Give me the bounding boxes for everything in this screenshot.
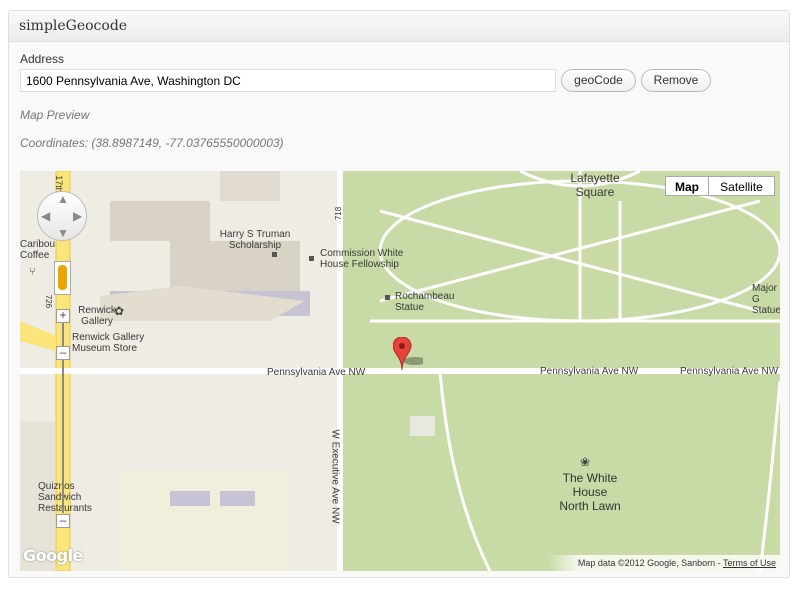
map-attribution: Map data ©2012 Google, Sanborn - Terms o… bbox=[547, 555, 780, 571]
rochambeau-statue-label: Rochambeau Statue bbox=[395, 291, 455, 313]
gallery-icon: ✿ bbox=[114, 304, 125, 318]
zoom-in-button[interactable]: + bbox=[56, 309, 70, 323]
poi-marker-icon bbox=[272, 252, 277, 257]
map-preview-label: Map Preview bbox=[20, 108, 90, 122]
attribution-text: Map data ©2012 Google, Sanborn - bbox=[577, 558, 723, 568]
commission-fellowship-label: Commission White House Fellowship bbox=[320, 248, 404, 270]
pennsylvania-ave-label-1: Pennsylvania Ave NW bbox=[267, 367, 366, 378]
renwick-store-label: Renwick Gallery Museum Store bbox=[72, 332, 145, 354]
google-logo: Google bbox=[23, 546, 83, 565]
caribou-coffee-label: Caribou Coffee bbox=[20, 239, 56, 261]
poi-marker-icon bbox=[385, 295, 390, 300]
panel-title: simpleGeocode bbox=[19, 18, 128, 34]
zoom-slider-handle[interactable]: – bbox=[56, 346, 70, 360]
pegman-icon[interactable] bbox=[54, 261, 71, 295]
pan-down-icon[interactable]: ▼ bbox=[57, 226, 69, 240]
major-statue-label: Major G Statue bbox=[752, 283, 780, 316]
panel-header: simpleGeocode bbox=[9, 11, 789, 42]
simplegeocode-panel: simpleGeocode Address geoCode Remove Map… bbox=[8, 10, 790, 578]
truman-scholarship-label: Harry S Truman Scholarship bbox=[219, 229, 291, 251]
geocode-button[interactable]: geoCode bbox=[561, 69, 636, 92]
fork-knife-icon: ⑂ bbox=[29, 266, 36, 278]
map-canvas[interactable]: Lafayette Square Harry S Truman Scholars… bbox=[20, 171, 780, 571]
lafayette-square-label: Lafayette Square bbox=[570, 171, 620, 199]
coordinates-text: Coordinates: (38.8987149, -77.0376555000… bbox=[20, 136, 284, 150]
map-type-map-button[interactable]: Map bbox=[665, 176, 709, 196]
pan-up-icon[interactable]: ▲ bbox=[57, 192, 69, 206]
pennsylvania-ave-label-2: Pennsylvania Ave NW bbox=[540, 366, 639, 377]
terms-of-use-link[interactable]: Terms of Use bbox=[723, 558, 776, 568]
flower-icon: ❀ bbox=[580, 455, 591, 469]
pegman-figure bbox=[58, 265, 67, 290]
map-type-satellite-button[interactable]: Satellite bbox=[708, 176, 775, 196]
street-718-label: 718 bbox=[334, 206, 344, 221]
executive-ave-label: W Executive Ave NW bbox=[329, 429, 341, 524]
zoom-out-button[interactable]: – bbox=[56, 514, 70, 528]
remove-button[interactable]: Remove bbox=[641, 69, 711, 92]
quiznos-label: Quiznos Sandwich Restaurants bbox=[38, 481, 92, 514]
address-input[interactable] bbox=[20, 69, 556, 92]
pennsylvania-ave-label-3: Pennsylvania Ave NW bbox=[680, 366, 779, 377]
location-marker-icon[interactable] bbox=[393, 337, 423, 377]
pan-right-icon[interactable]: ▶ bbox=[73, 209, 82, 223]
pan-left-icon[interactable]: ◀ bbox=[41, 209, 50, 223]
street-726-label: 726 bbox=[44, 294, 54, 309]
address-label: Address bbox=[20, 52, 65, 66]
pan-control[interactable]: ▲ ▼ ◀ ▶ bbox=[37, 191, 87, 241]
poi-marker-icon bbox=[309, 256, 314, 261]
white-house-north-lawn-label: The White House North Lawn bbox=[559, 471, 621, 513]
